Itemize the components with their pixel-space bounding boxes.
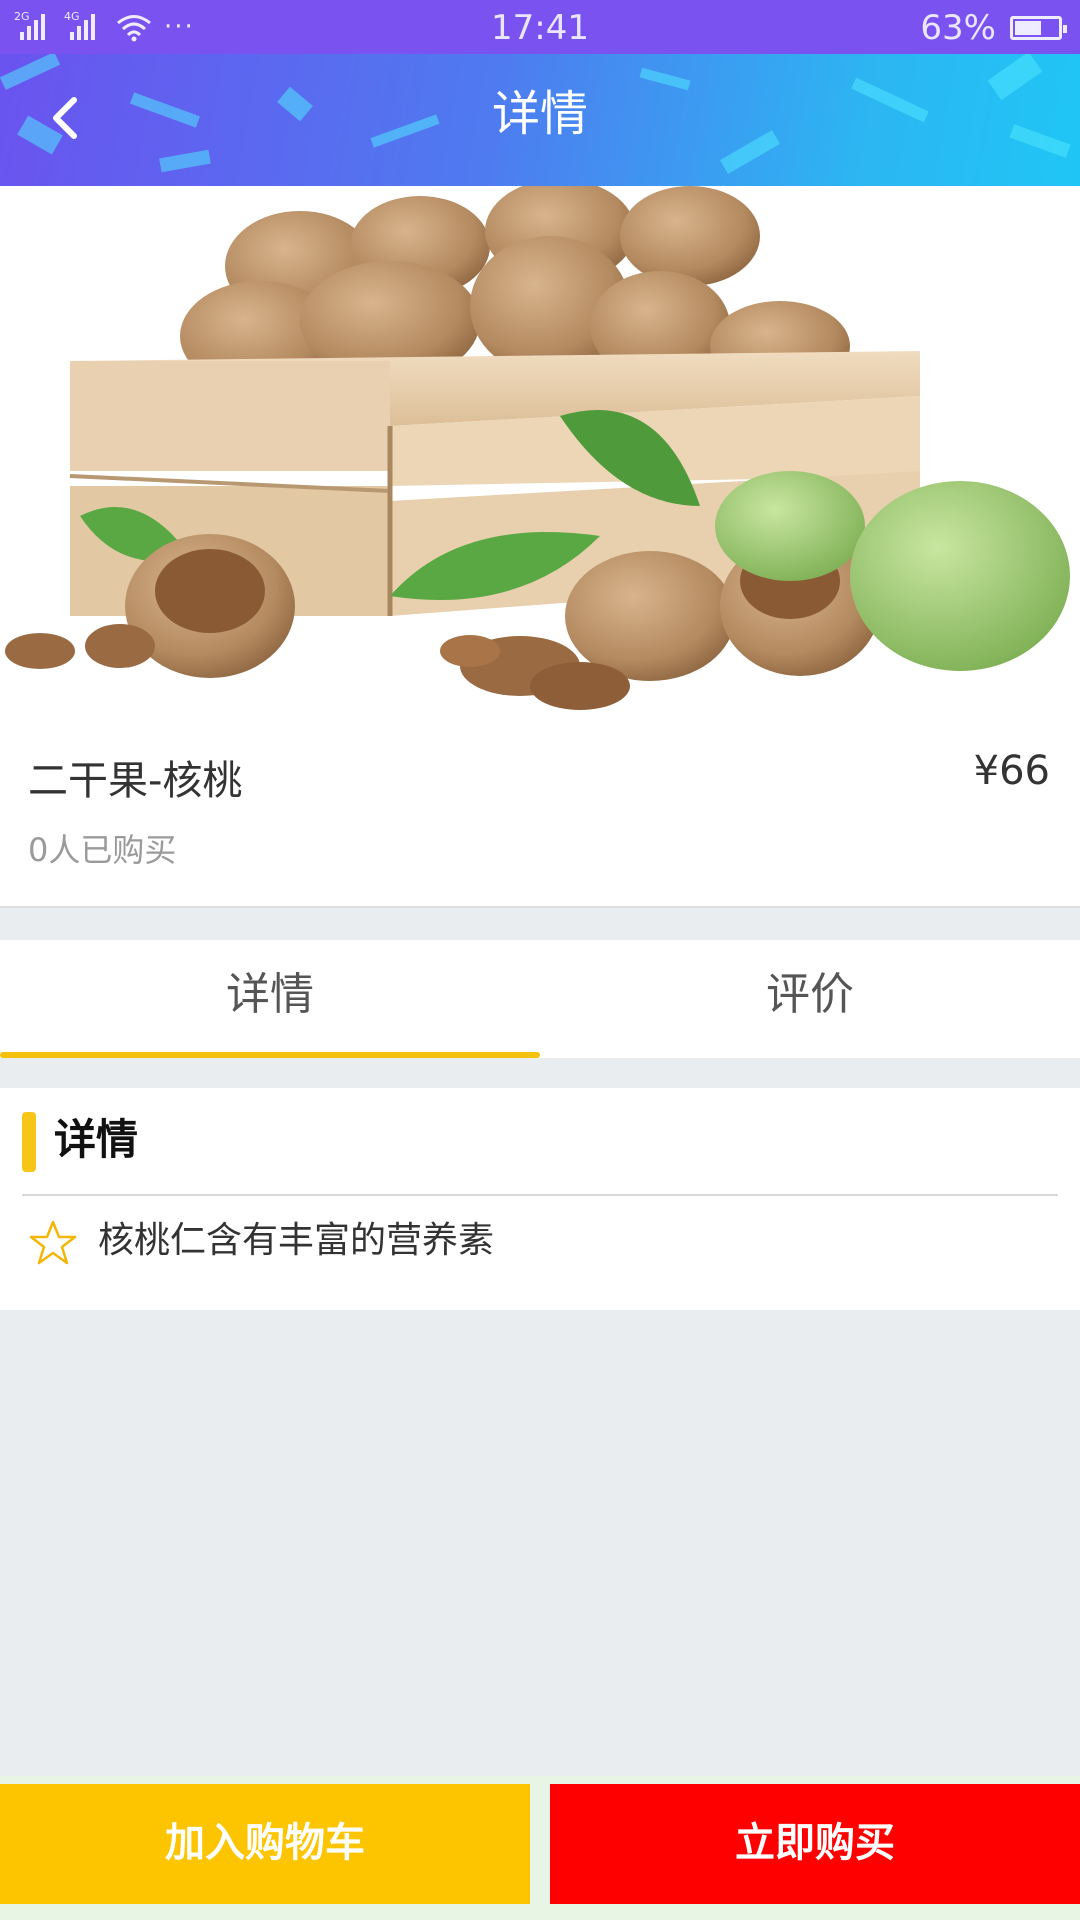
product-info: 二干果-核桃 ¥66 0人已购买 [0, 726, 1080, 908]
header-bar: 详情 [0, 54, 1080, 186]
details-section: 详情 核桃仁含有丰富的营养素 [0, 1088, 1080, 1310]
divider [22, 1194, 1058, 1196]
product-price: ¥66 [973, 748, 1050, 794]
tab-reviews[interactable]: 评价 [540, 940, 1080, 1058]
status-time: 17:41 [491, 8, 589, 48]
section-accent-bar [22, 1112, 36, 1172]
product-name: 二干果-核桃 [28, 758, 243, 804]
buy-now-button[interactable]: 立即购买 [550, 1784, 1080, 1904]
tab-active-indicator [0, 1052, 540, 1058]
bottom-action-bar: 加入购物车 立即购买 [0, 1776, 1080, 1920]
buyer-count: 0人已购买 [28, 831, 177, 869]
add-to-cart-button[interactable]: 加入购物车 [0, 1784, 530, 1904]
battery-icon [1010, 16, 1067, 40]
status-bar: 2G 4G ··· 17:41 63% [0, 0, 1080, 54]
product-image [0, 186, 1080, 726]
tab-bar: 详情 评价 [0, 940, 1080, 1058]
details-heading: 详情 [54, 1115, 139, 1164]
status-right: 63% [920, 8, 1067, 48]
battery-percent: 63% [920, 8, 996, 48]
page-title: 详情 [491, 86, 588, 142]
star-outline-icon [29, 1220, 77, 1265]
walnut-product-image [5, 186, 1070, 710]
detail-item-text: 核桃仁含有丰富的营养素 [98, 1220, 495, 1261]
tab-details[interactable]: 详情 [0, 940, 540, 1058]
